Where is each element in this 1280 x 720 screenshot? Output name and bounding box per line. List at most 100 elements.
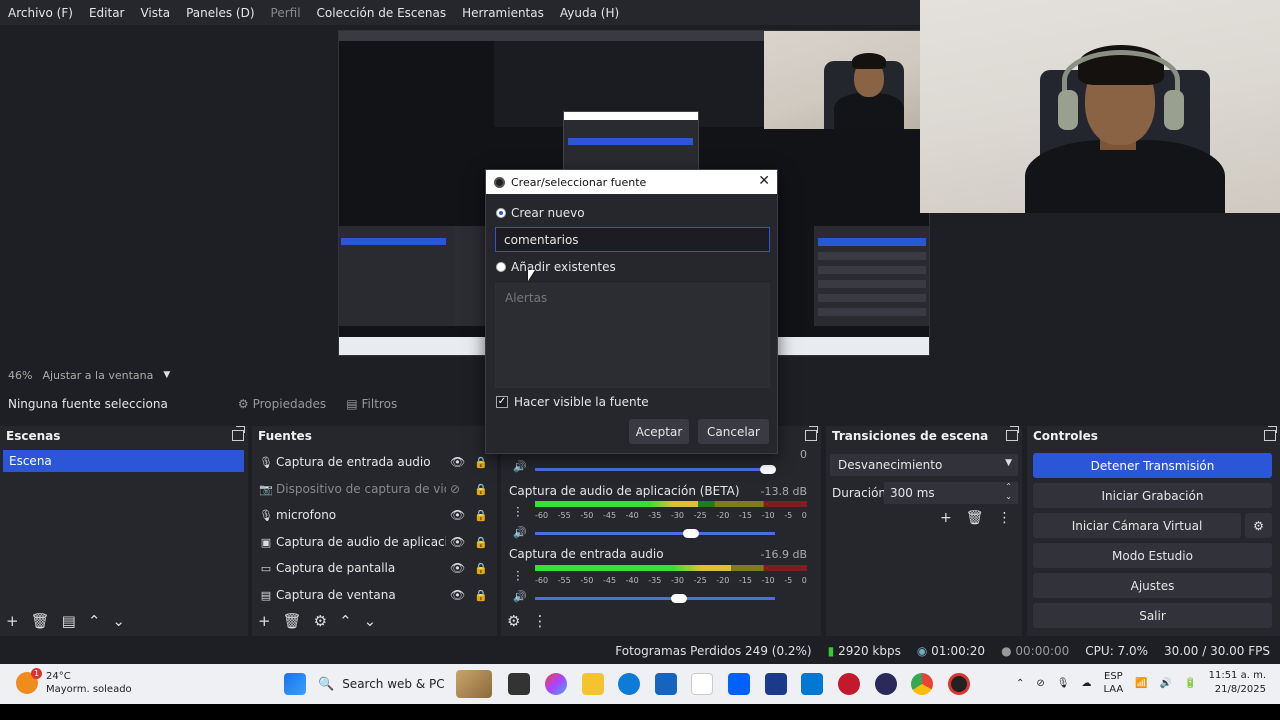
menu-profile[interactable]: Perfil: [263, 6, 309, 20]
widget-picture-icon[interactable]: [456, 670, 492, 698]
lock-icon[interactable]: 🔒: [474, 456, 488, 469]
exit-button[interactable]: Salir: [1033, 603, 1272, 628]
more-icon[interactable]: ⋮: [998, 510, 1012, 526]
speaker-icon[interactable]: 🔊: [513, 590, 527, 603]
speaker-icon[interactable]: 🔊: [1160, 678, 1172, 689]
dock-float-icon[interactable]: [805, 426, 818, 441]
make-visible-checkbox[interactable]: ✓: [496, 396, 508, 408]
stepper-icon[interactable]: ⌃ ⌄: [1005, 482, 1012, 502]
chevron-down-icon[interactable]: ▼: [163, 370, 170, 380]
app-red-icon[interactable]: [838, 673, 860, 695]
transition-select[interactable]: Desvanecimiento ▼: [830, 454, 1018, 476]
speaker-icon[interactable]: 🔊: [513, 526, 527, 539]
file-explorer-icon[interactable]: [582, 673, 604, 695]
make-visible-label[interactable]: Hacer visible la fuente: [514, 395, 649, 409]
existing-sources-list[interactable]: Alertas: [495, 283, 770, 388]
network-off-icon[interactable]: ⊘: [1036, 678, 1044, 689]
add-icon[interactable]: +: [258, 612, 271, 630]
menu-tools[interactable]: Herramientas: [454, 6, 552, 20]
menu-view[interactable]: Vista: [132, 6, 178, 20]
volume-knob[interactable]: [759, 465, 776, 474]
studio-mode-button[interactable]: Modo Estudio: [1033, 543, 1272, 568]
chevron-down-icon[interactable]: ⌄: [364, 612, 377, 630]
fit-to-window-label[interactable]: Ajustar a la ventana: [42, 369, 153, 382]
scene-item[interactable]: Escena: [3, 450, 244, 472]
gear-icon[interactable]: ⚙: [507, 612, 520, 630]
eye-icon[interactable]: 👁: [450, 561, 466, 575]
eye-icon[interactable]: 👁: [450, 508, 466, 522]
volume-slider[interactable]: [535, 594, 775, 603]
source-row[interactable]: ▭ Captura de pantalla 👁 🔒: [258, 557, 488, 579]
source-name-input[interactable]: [495, 227, 770, 252]
speaker-icon[interactable]: 🔊: [513, 460, 527, 473]
start-virtual-camera-button[interactable]: Iniciar Cámara Virtual: [1033, 513, 1241, 538]
menu-edit[interactable]: Editar: [81, 6, 133, 20]
source-row[interactable]: ▤ Captura de ventana 👁 🔒: [258, 584, 488, 606]
eye-icon[interactable]: 👁: [450, 588, 466, 602]
filters-button[interactable]: ▤ Filtros: [346, 397, 397, 411]
volume-knob[interactable]: [683, 529, 699, 538]
duration-input[interactable]: 300 ms ⌃ ⌄: [884, 482, 1018, 504]
source-row[interactable]: 🎙 microfono 👁 🔒: [258, 504, 488, 526]
task-view-icon[interactable]: [508, 673, 530, 695]
obs-icon[interactable]: [948, 673, 970, 695]
eye-icon[interactable]: 👁: [450, 455, 466, 469]
menu-file[interactable]: Archivo (F): [0, 6, 81, 20]
cancel-button[interactable]: Cancelar: [698, 419, 769, 444]
more-icon[interactable]: ⋮: [532, 612, 547, 630]
b-app-icon[interactable]: [765, 673, 787, 695]
dock-float-icon[interactable]: [1264, 426, 1277, 441]
lock-icon[interactable]: 🔒: [474, 509, 488, 522]
chevron-up-icon[interactable]: ⌃: [339, 612, 352, 630]
gear-icon[interactable]: ⚙: [314, 612, 327, 630]
add-icon[interactable]: +: [6, 612, 19, 630]
lock-icon[interactable]: 🔒: [474, 536, 488, 549]
chevron-down-icon[interactable]: ⌄: [112, 612, 125, 630]
create-new-label[interactable]: Crear nuevo: [511, 206, 585, 220]
amazon-icon[interactable]: [691, 673, 713, 695]
add-existing-radio[interactable]: [496, 262, 506, 272]
app-dark-icon[interactable]: [875, 673, 897, 695]
chrome-icon[interactable]: [911, 673, 933, 695]
more-icon[interactable]: · · ·: [516, 502, 520, 522]
clock[interactable]: 11:51 a. m. 21/8/2025: [1209, 669, 1266, 697]
volume-slider[interactable]: [535, 529, 775, 538]
store-icon[interactable]: [655, 673, 677, 695]
microphone-icon[interactable]: 🎙: [1057, 678, 1070, 689]
lock-icon[interactable]: 🔒: [474, 589, 488, 602]
copilot-icon[interactable]: [545, 673, 567, 695]
menu-help[interactable]: Ayuda (H): [552, 6, 627, 20]
virtual-camera-settings-button[interactable]: ⚙: [1245, 513, 1272, 538]
source-row[interactable]: 🎙 Captura de entrada audio 👁 🔒: [258, 451, 488, 473]
chevron-up-icon[interactable]: ⌃: [88, 612, 101, 630]
list-item[interactable]: Alertas: [505, 291, 547, 305]
source-row[interactable]: 📷 Dispositivo de captura de video ⊘ 🔒: [258, 478, 488, 500]
cloud-icon[interactable]: ☁: [1081, 678, 1091, 689]
dock-float-icon[interactable]: [232, 426, 245, 441]
trash-icon[interactable]: 🗑: [966, 510, 984, 526]
eye-icon[interactable]: 👁: [450, 535, 466, 549]
close-icon[interactable]: ✕: [758, 173, 770, 189]
chevron-up-icon[interactable]: ⌃: [1016, 678, 1024, 689]
dock-float-icon[interactable]: [1006, 426, 1019, 441]
wifi-icon[interactable]: 📶: [1135, 678, 1147, 689]
stop-streaming-button[interactable]: Detener Transmisión: [1033, 453, 1272, 478]
lock-icon[interactable]: 🔒: [474, 483, 488, 496]
filter-icon[interactable]: ▤: [62, 612, 76, 630]
more-icon[interactable]: · · ·: [516, 566, 520, 586]
dropbox-icon[interactable]: [728, 673, 750, 695]
add-existing-label[interactable]: Añadir existentes: [511, 260, 616, 274]
eye-hidden-icon[interactable]: ⊘: [450, 482, 466, 496]
settings-button[interactable]: Ajustes: [1033, 573, 1272, 598]
weather-widget[interactable]: 1 24°C Mayorm. soleado: [16, 668, 132, 696]
create-new-radio[interactable]: [496, 208, 506, 218]
trash-icon[interactable]: 🗑: [31, 612, 50, 630]
lock-icon[interactable]: 🔒: [474, 562, 488, 575]
start-icon[interactable]: [284, 673, 306, 695]
edge-icon[interactable]: [618, 673, 640, 695]
properties-button[interactable]: ⚙ Propiedades: [238, 397, 326, 411]
volume-slider[interactable]: [535, 465, 776, 474]
source-row[interactable]: ▣ Captura de audio de aplicación (BETA) …: [258, 531, 488, 553]
menu-scene-collection[interactable]: Colección de Escenas: [309, 6, 455, 20]
add-icon[interactable]: +: [940, 510, 952, 526]
